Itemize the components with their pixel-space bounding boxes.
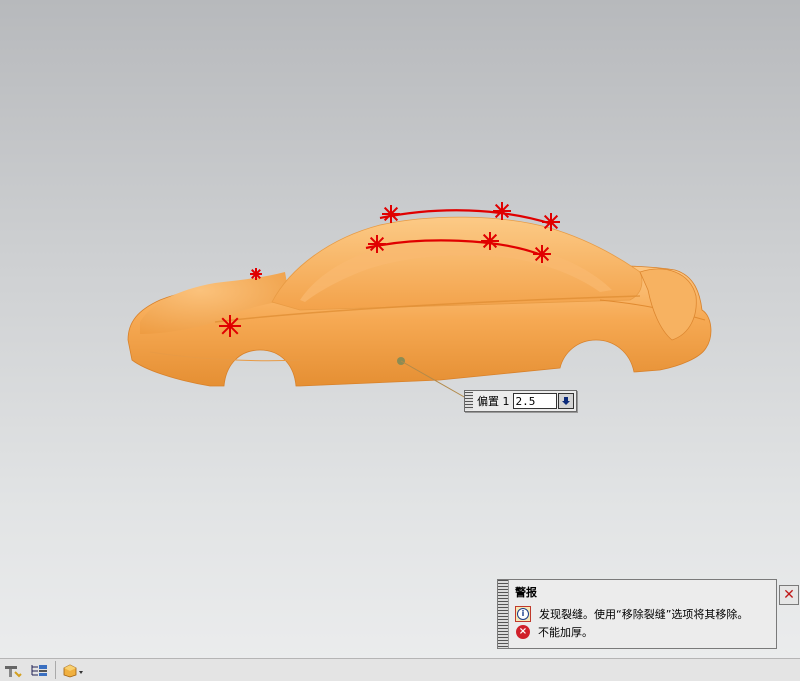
alert-panel: 警报 i 发现裂缝。使用“移除裂缝”选项将其移除。 × 不能加厚。 <box>497 579 777 649</box>
seam-marker <box>533 245 551 263</box>
offset-value-input[interactable] <box>512 393 557 409</box>
drag-grip[interactable] <box>465 392 473 410</box>
snap-tool-icon <box>5 666 22 678</box>
shaded-cube-dropdown-icon <box>63 664 83 678</box>
seam-marker <box>368 235 386 253</box>
alert-message-error: × 不能加厚。 <box>515 623 770 641</box>
tree-tool-button[interactable] <box>26 660 52 680</box>
seam-marker <box>382 205 400 223</box>
info-icon: i <box>515 606 531 622</box>
seam-marker <box>250 268 262 280</box>
error-icon: × <box>516 625 530 639</box>
alert-message-info: i 发现裂缝。使用“移除裂缝”选项将其移除。 <box>515 605 770 623</box>
offset-label: 偏置 1 <box>477 395 510 408</box>
seam-marker <box>481 232 499 250</box>
alert-message-text: 发现裂缝。使用“移除裂缝”选项将其移除。 <box>539 608 749 621</box>
graphics-viewport[interactable] <box>0 0 800 658</box>
alert-title: 警报 <box>515 586 537 599</box>
offset-input-callout: 偏置 1 <box>464 390 577 412</box>
toolbar-separator <box>55 661 56 679</box>
bottom-toolbar <box>0 658 800 681</box>
seam-marker <box>542 213 560 231</box>
seam-marker <box>493 202 511 220</box>
snap-tool-button[interactable] <box>0 660 26 680</box>
tree-structure-icon <box>31 665 47 676</box>
car-body-model[interactable] <box>0 0 800 658</box>
down-arrow-icon[interactable] <box>557 393 574 409</box>
alert-message-text: 不能加厚。 <box>538 626 593 639</box>
display-mode-button[interactable] <box>59 660 85 680</box>
close-icon[interactable]: ✕ <box>779 585 799 605</box>
seam-marker <box>219 315 241 337</box>
alert-drag-grip[interactable] <box>498 580 509 648</box>
